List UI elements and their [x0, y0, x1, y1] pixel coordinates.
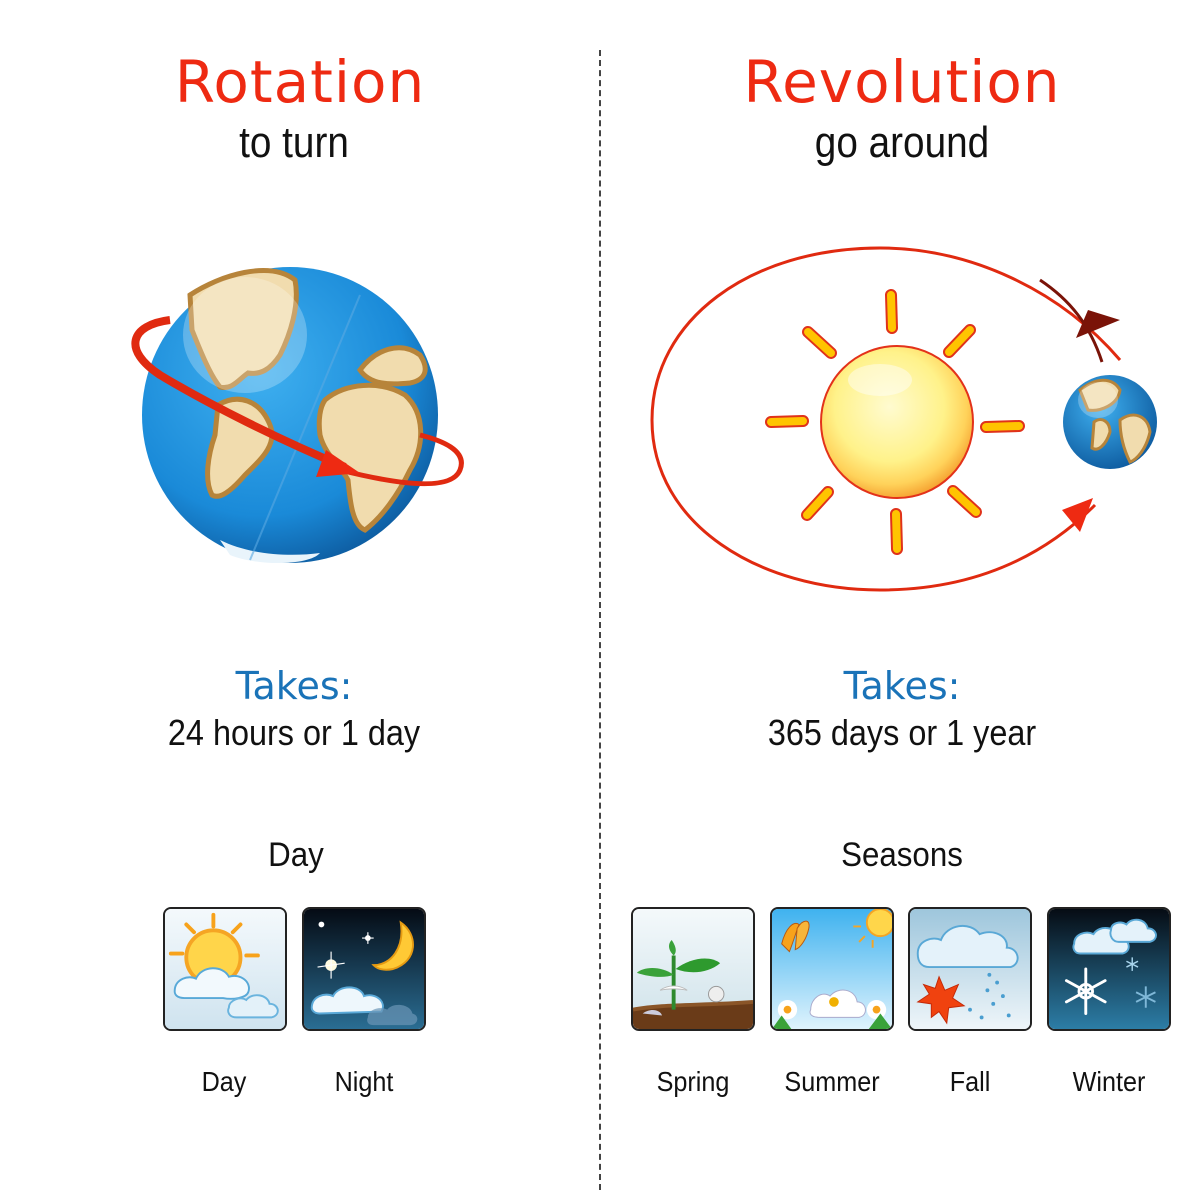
day-tile [163, 907, 287, 1031]
revolution-title: Revolution [743, 48, 1061, 116]
spring-label: Spring [656, 1066, 730, 1097]
night-label: Night [334, 1066, 394, 1097]
fall-tile [908, 907, 1032, 1031]
earth-globe-icon [142, 267, 438, 564]
revolution-takes-label: Takes: [843, 664, 961, 708]
rotation-takes-label: Takes: [235, 664, 353, 708]
dashed-divider [599, 50, 601, 1190]
winter-label: Winter [1072, 1066, 1146, 1097]
sun-behind-clouds-icon [165, 909, 285, 1029]
revolution-duration: 365 days or 1 year [767, 712, 1037, 753]
rotation-title: Rotation [174, 48, 426, 116]
winter-tile [1047, 907, 1171, 1031]
summer-label: Summer [784, 1066, 880, 1097]
orbit-arrow-upper-icon [1076, 310, 1120, 338]
spring-tile [631, 907, 755, 1031]
small-earth-icon [1063, 375, 1157, 469]
rain-cloud-leaf-icon [910, 909, 1030, 1029]
fall-label: Fall [949, 1066, 991, 1097]
summer-tile [770, 907, 894, 1031]
rotation-subtitle: to turn [239, 118, 349, 167]
day-label: Day [201, 1066, 247, 1097]
orbit-arrow-lower-icon [1062, 498, 1093, 532]
rotation-duration: 24 hours or 1 day [167, 712, 421, 753]
flower-butterfly-sun-icon [772, 909, 892, 1029]
rotating-earth-illustration [131, 267, 464, 564]
rotation-section-title: Day [268, 836, 324, 874]
sun-orbit-illustration [650, 246, 1157, 592]
revolution-section-title: Seasons [841, 836, 963, 874]
sun-icon [765, 289, 1025, 555]
snowflake-clouds-icon [1049, 909, 1169, 1029]
sprout-icon [633, 909, 753, 1029]
moon-stars-clouds-icon [304, 909, 424, 1029]
revolution-subtitle: go around [814, 118, 990, 167]
night-tile [302, 907, 426, 1031]
